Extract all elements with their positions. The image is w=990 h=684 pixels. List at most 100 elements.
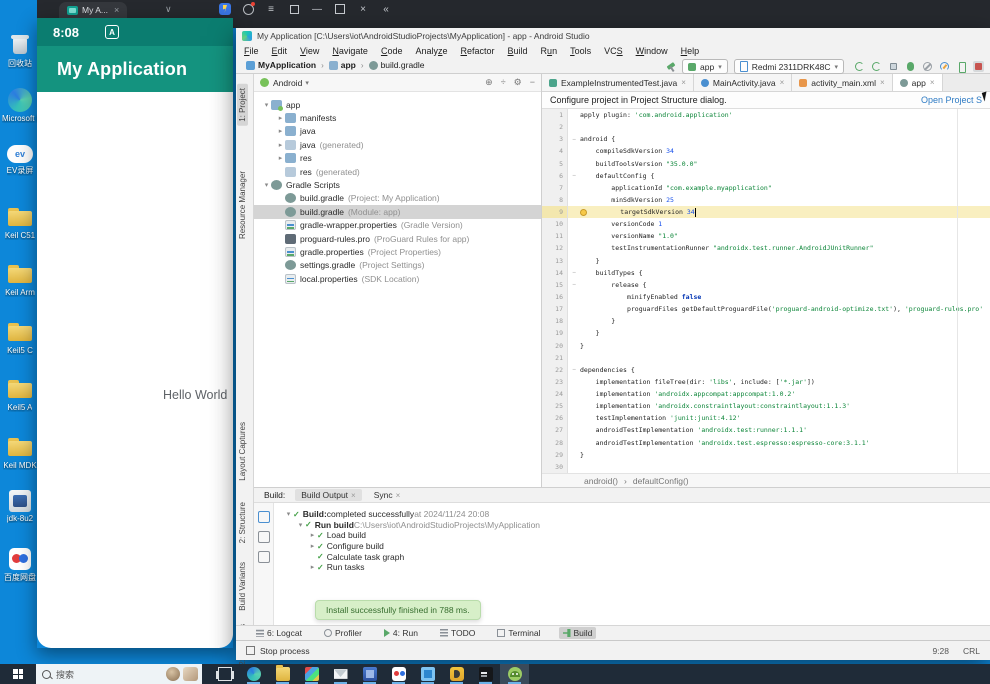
build-row[interactable]: ▸✓Load build [308,530,366,541]
caret-position[interactable]: 9:28 [932,646,949,656]
code-line-7[interactable]: 7 applicationId "com.example.myapplicati… [542,182,990,194]
code-line-28[interactable]: 28 androidTestImplementation 'androidx.t… [542,437,990,449]
ev-capture-icon[interactable]: evEV录屏 [2,145,38,176]
menu-view[interactable]: View [300,46,319,56]
close-icon[interactable]: × [396,491,401,500]
folder-icon[interactable]: Keil C51 [2,203,38,240]
toolwindow-stripe-layout-captures[interactable]: Layout Captures [238,422,247,481]
build-tab-build-output[interactable]: Build Output× [295,489,361,501]
line-ending[interactable]: CRL [963,646,980,656]
folder-icon[interactable]: Keil MDK [2,433,38,470]
folder-icon[interactable]: Keil Arm [2,260,38,297]
status-message[interactable]: Stop process [260,646,310,656]
menu-run[interactable]: Run [541,46,558,56]
toolwindow-stripe-1-project[interactable]: 1: Project [237,84,248,126]
android-studio-icon[interactable] [500,664,529,684]
code-line-27[interactable]: 27 androidTestImplementation 'androidx.t… [542,424,990,436]
build-hammer-icon[interactable] [666,62,676,72]
chevron-down-icon[interactable]: ∨ [165,4,172,15]
close-icon[interactable]: × [681,78,686,87]
code-line-8[interactable]: 8 minSdkVersion 25 [542,194,990,206]
build-row[interactable]: ▾✓Run build C:\Users\iot\AndroidStudioPr… [296,520,540,531]
build-row[interactable]: ▾✓Build: completed successfully at 2024/… [284,509,489,520]
collapse-icon[interactable]: « [380,3,392,15]
code-line-14[interactable]: 14− buildTypes { [542,267,990,279]
stop-icon[interactable] [973,61,984,72]
toolwindow-stripe-resource-manager[interactable]: Resource Manager [238,171,247,239]
intention-bulb-icon[interactable] [580,209,587,216]
profiler-icon[interactable] [939,61,950,72]
code-line-25[interactable]: 25 implementation 'androidx.constraintla… [542,400,990,412]
collapse-all-icon[interactable]: ÷ [501,77,506,88]
build-row[interactable]: ✓Calculate task graph [308,551,404,562]
breadcrumb-build.gradle[interactable]: build.gradle [369,60,425,70]
menu-edit[interactable]: Edit [272,46,288,56]
account-icon[interactable] [242,3,254,15]
window-titlebar[interactable]: My Application [C:\Users\iot\AndroidStud… [236,28,990,44]
code-line-5[interactable]: 5 buildToolsVersion "35.0.0" [542,158,990,170]
build-row[interactable]: ▸✓Configure build [308,541,384,552]
menu-icon[interactable]: ≡ [265,3,277,15]
menu-tools[interactable]: Tools [570,46,591,56]
code-area[interactable]: 1apply plugin: 'com.android.application'… [542,109,990,473]
editor-tab-activity-main-xml[interactable]: activity_main.xml× [792,74,892,91]
code-line-3[interactable]: 3−android { [542,133,990,145]
crumb-android[interactable]: android() [584,476,618,486]
tree-item-build-gradle[interactable]: build.gradle(Module: app) [254,205,541,218]
open-project-structure-link[interactable]: Open Project S [921,95,982,105]
jdk-installer-icon[interactable]: jdk-8u2 [2,490,38,523]
device-dropdown[interactable]: Redmi 2311DRK48C ▾ [734,59,844,74]
file-explorer-icon[interactable] [268,664,297,684]
crumb-defaultconfig[interactable]: defaultConfig() [633,476,689,486]
menu-analyze[interactable]: Analyze [415,46,447,56]
maximize-icon[interactable] [334,3,346,15]
code-line-17[interactable]: 17 proguardFiles getDefaultProguardFile(… [542,303,990,315]
breadcrumb-myapplication[interactable]: MyApplication [246,60,316,70]
mail-icon[interactable] [326,664,355,684]
code-line-24[interactable]: 24 implementation 'androidx.appcompat:ap… [542,388,990,400]
code-line-13[interactable]: 13 } [542,255,990,267]
copy-icon[interactable] [258,531,270,543]
toolwindow-button-todo[interactable]: TODO [436,627,479,639]
tree-item-manifests[interactable]: ▸manifests [254,111,541,124]
menu-refactor[interactable]: Refactor [461,46,495,56]
menu-window[interactable]: Window [636,46,668,56]
code-line-21[interactable]: 21 [542,352,990,364]
close-icon[interactable]: × [780,78,785,87]
code-line-6[interactable]: 6− defaultConfig { [542,170,990,182]
minimize-icon[interactable]: — [311,3,323,15]
code-line-11[interactable]: 11 versionName "1.0" [542,230,990,242]
apply-code-changes-icon[interactable] [871,61,882,72]
tree-item-res[interactable]: ▸res [254,152,541,165]
close-icon[interactable]: × [351,491,356,500]
toolwindow-stripe-build-variants[interactable]: Build Variants [238,562,247,611]
task-view-icon[interactable] [210,664,239,684]
device-manager-icon[interactable] [956,61,967,72]
edge-icon[interactable] [239,664,268,684]
terminal-app-icon[interactable] [471,664,500,684]
baidu-netdisk-icon[interactable]: 百度网盘 [2,548,38,583]
gear-icon[interactable]: ⚙ [514,77,522,88]
attach-debugger-icon[interactable] [888,61,899,72]
remote-app-icon[interactable] [384,664,413,684]
tree-item-proguard-rules-pro[interactable]: proguard-rules.pro(ProGuard Rules for ap… [254,232,541,245]
tree-item-gradle-wrapper-properties[interactable]: gradle-wrapper.properties(Gradle Version… [254,219,541,232]
close-icon[interactable]: × [357,3,369,15]
code-line-19[interactable]: 19 } [542,327,990,339]
stop-process-icon[interactable] [246,646,255,655]
toolwindow-button-6-logcat[interactable]: 6: Logcat [252,627,306,639]
code-line-30[interactable]: 30 [542,461,990,473]
tree-item-gradle-properties[interactable]: gradle.properties(Project Properties) [254,245,541,258]
editor-tab-app[interactable]: app× [893,74,943,91]
editor-tab-mainactivity-java[interactable]: MainActivity.java× [694,74,792,91]
code-line-20[interactable]: 20} [542,339,990,351]
folder-icon[interactable]: Keil5 C [2,318,38,355]
tree-item-java[interactable]: ▸java(generated) [254,138,541,151]
coverage-icon[interactable] [922,61,933,72]
potplayer-icon[interactable] [442,664,471,684]
code-line-9[interactable]: 9 targetSdkVersion 34 [542,206,990,218]
debug-icon[interactable] [905,61,916,72]
emulator-screen[interactable]: Hello World [37,92,233,648]
toolwindow-button-build[interactable]: Build [559,627,597,639]
recycle-bin-icon[interactable]: 回收站 [2,30,38,69]
